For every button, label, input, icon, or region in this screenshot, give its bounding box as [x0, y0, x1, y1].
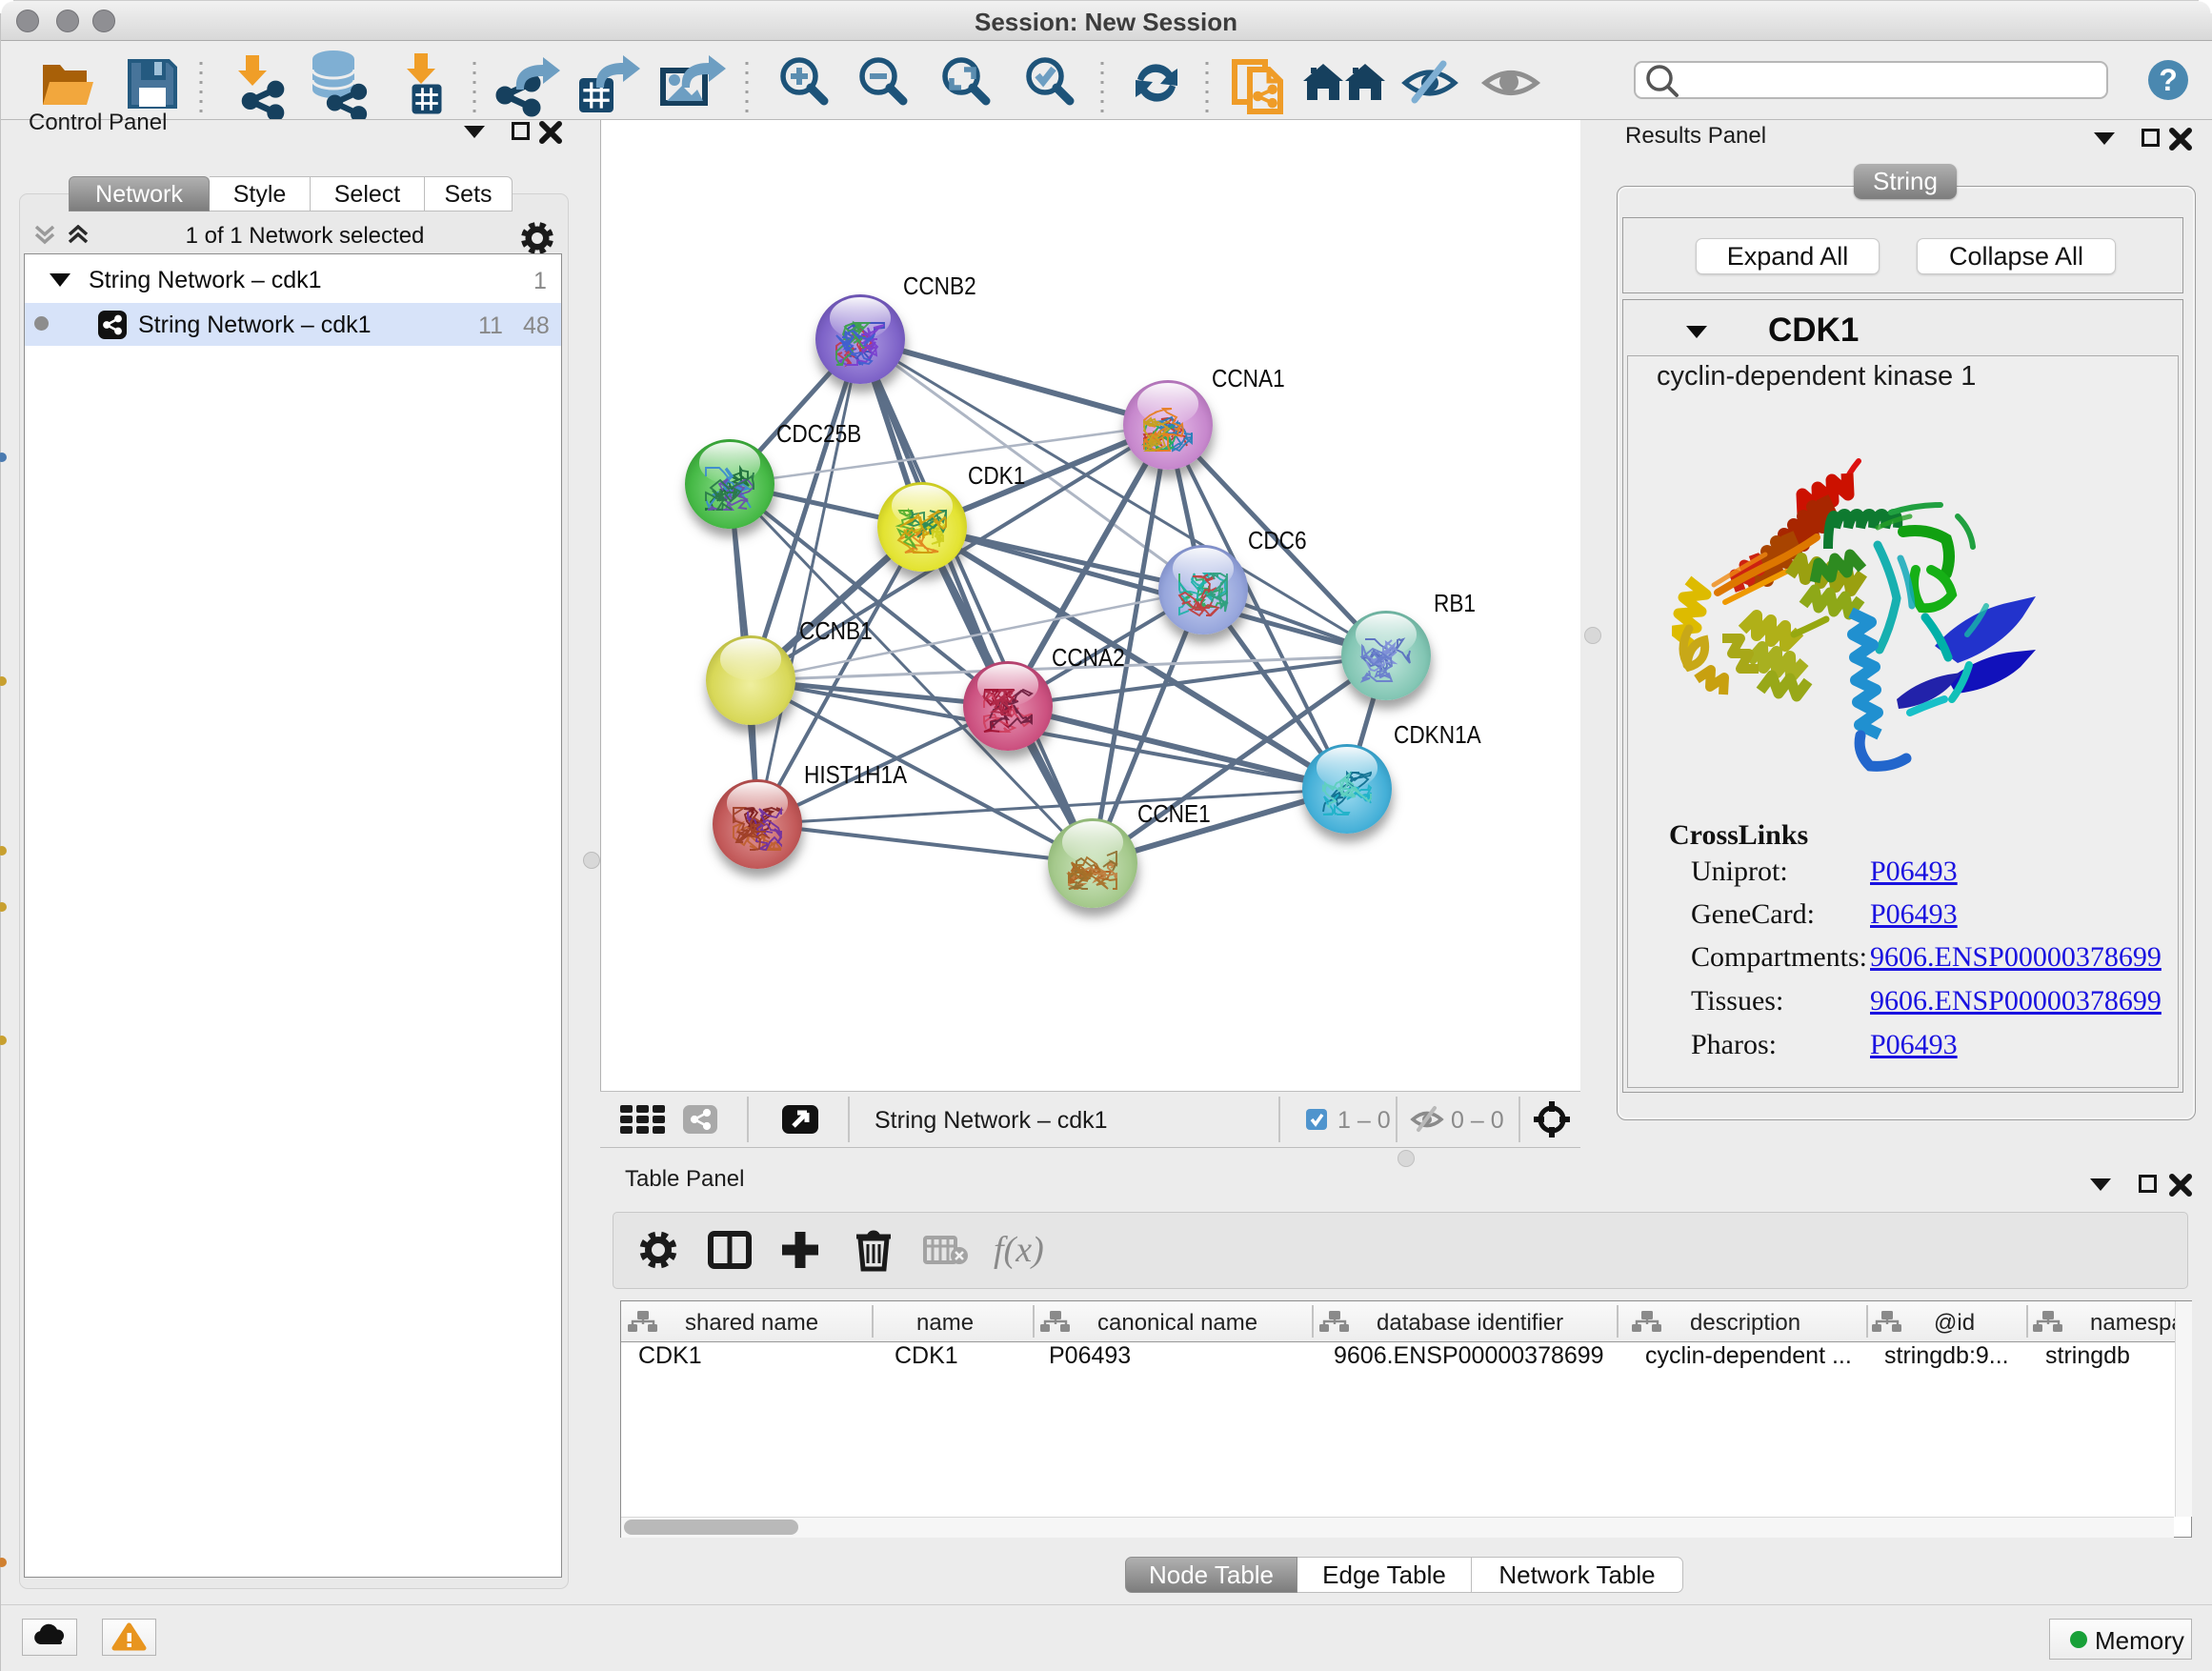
svg-text:description: description: [1690, 1310, 1800, 1336]
svg-text:name: name: [916, 1310, 974, 1336]
svg-text:1 – 0: 1 – 0: [1337, 1107, 1391, 1134]
svg-text:String Network – cdk1: String Network – cdk1: [875, 1107, 1108, 1134]
svg-text:canonical name: canonical name: [1097, 1310, 1257, 1336]
svg-text:?: ?: [2159, 63, 2178, 97]
svg-text:f(x): f(x): [994, 1230, 1044, 1270]
svg-text:shared name: shared name: [685, 1310, 818, 1336]
svg-text:database identifier: database identifier: [1377, 1310, 1563, 1336]
svg-text:@id: @id: [1934, 1310, 1975, 1336]
svg-text:0 – 0: 0 – 0: [1451, 1107, 1504, 1134]
